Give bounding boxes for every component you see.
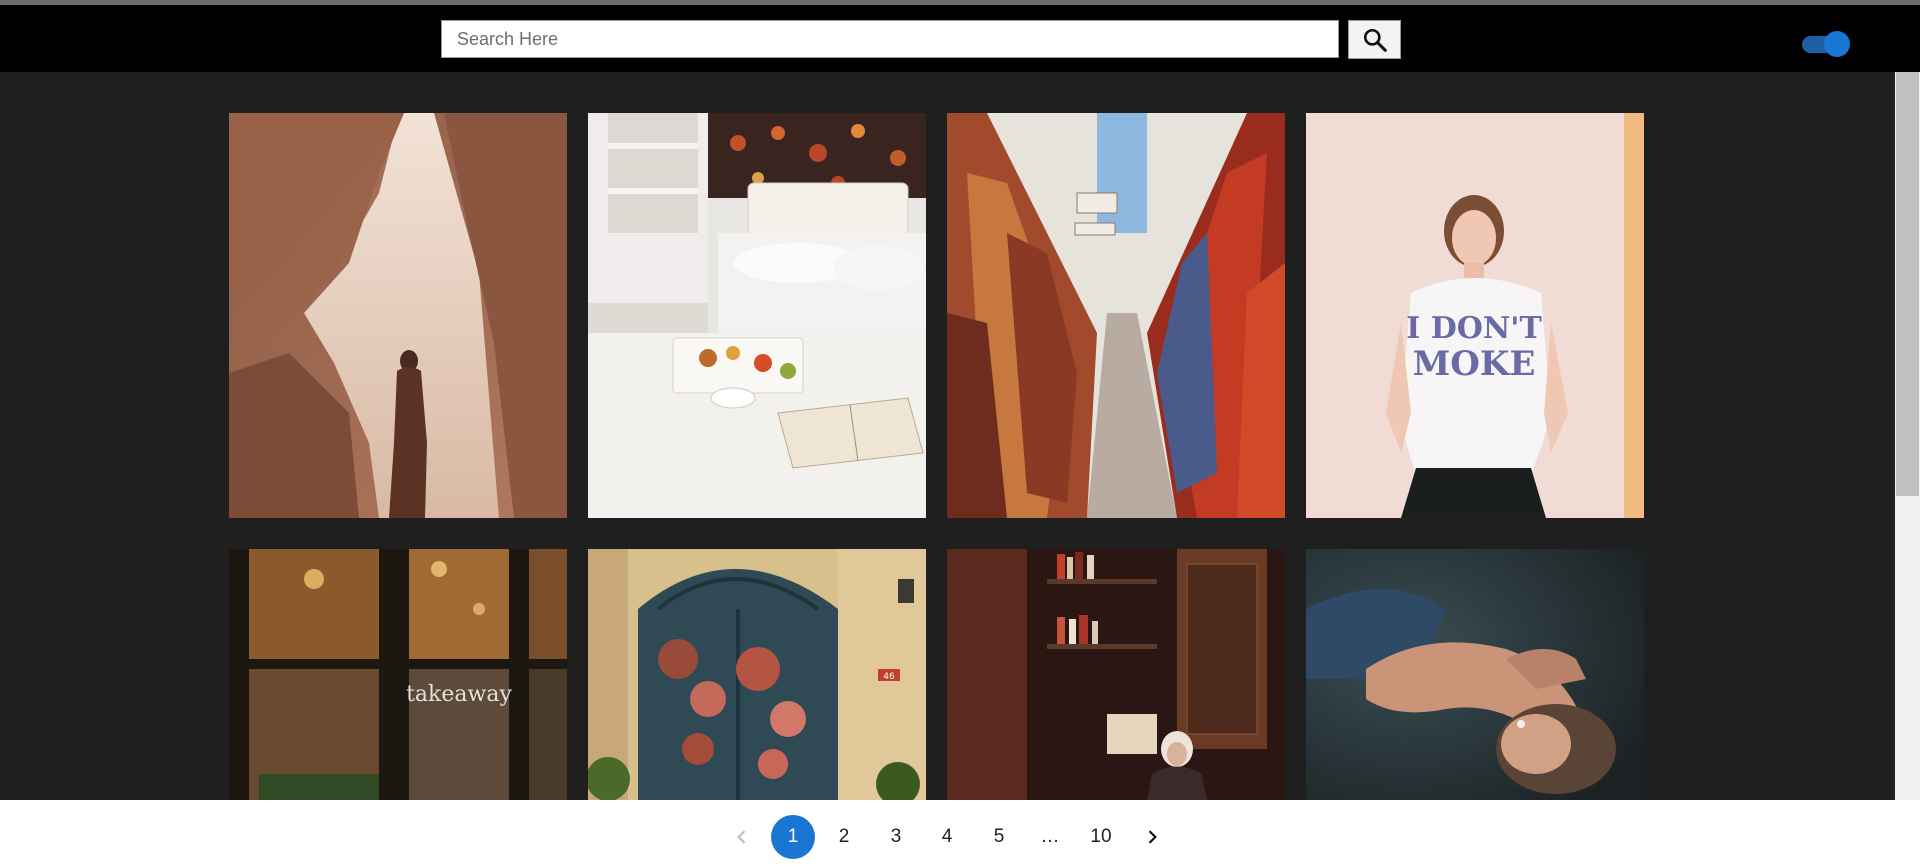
window-takeaway-text: takeaway: [406, 682, 512, 707]
page-button-10[interactable]: 10: [1079, 815, 1123, 859]
page-button-2[interactable]: 2: [822, 815, 866, 859]
pagination: 1 2 3 4 5 … 10: [0, 800, 1920, 867]
search-button[interactable]: [1348, 20, 1401, 59]
tshirt-text-line1: I DON'T: [1406, 311, 1542, 346]
chevron-left-icon: [737, 830, 746, 844]
breakfast-in-bed-photo: [588, 113, 926, 518]
top-navbar: [0, 5, 1920, 72]
search-input[interactable]: [441, 20, 1339, 58]
woman-lying-down-photo: [1306, 549, 1644, 800]
rug-market-alley-photo: [947, 113, 1285, 518]
door-number-plate: 46: [883, 672, 895, 682]
takeaway-cafe-window-photo: takeaway: [229, 549, 567, 800]
scrollbar-thumb[interactable]: [1896, 72, 1919, 496]
gallery-photo-tile[interactable]: [1306, 549, 1644, 800]
page-button-1[interactable]: 1: [771, 815, 815, 859]
toggle-thumb: [1824, 31, 1850, 57]
vertical-scrollbar[interactable]: [1895, 72, 1920, 800]
next-page-button[interactable]: [1130, 815, 1174, 859]
page-button-3[interactable]: 3: [874, 815, 918, 859]
theme-toggle-switch[interactable]: [1800, 31, 1852, 57]
page-button-5[interactable]: 5: [977, 815, 1021, 859]
woman-in-canyon-cave-photo: [229, 113, 567, 518]
search-icon: [1363, 28, 1387, 52]
pagination-footer: 1 2 3 4 5 … 10: [0, 800, 1920, 867]
gallery-photo-tile[interactable]: [947, 113, 1285, 518]
chevron-right-icon: [1148, 830, 1157, 844]
pagination-ellipsis: …: [1040, 826, 1060, 847]
gallery-photo-tile[interactable]: [947, 549, 1285, 800]
page-button-4[interactable]: 4: [925, 815, 969, 859]
woman-in-dont-smoke-tshirt-photo: I DON'T MOKE: [1306, 113, 1644, 518]
flowered-blue-door-photo: 46: [588, 549, 926, 800]
gallery-photo-tile[interactable]: [588, 113, 926, 518]
tshirt-text-line2: MOKE: [1413, 344, 1536, 384]
woman-reading-in-library-photo: [947, 549, 1285, 800]
gallery-photo-tile[interactable]: I DON'T MOKE: [1306, 113, 1644, 518]
gallery-photo-tile[interactable]: 46: [588, 549, 926, 800]
gallery-photo-tile[interactable]: [229, 113, 567, 518]
gallery-photo-tile[interactable]: takeaway: [229, 549, 567, 800]
previous-page-button[interactable]: [720, 815, 764, 859]
